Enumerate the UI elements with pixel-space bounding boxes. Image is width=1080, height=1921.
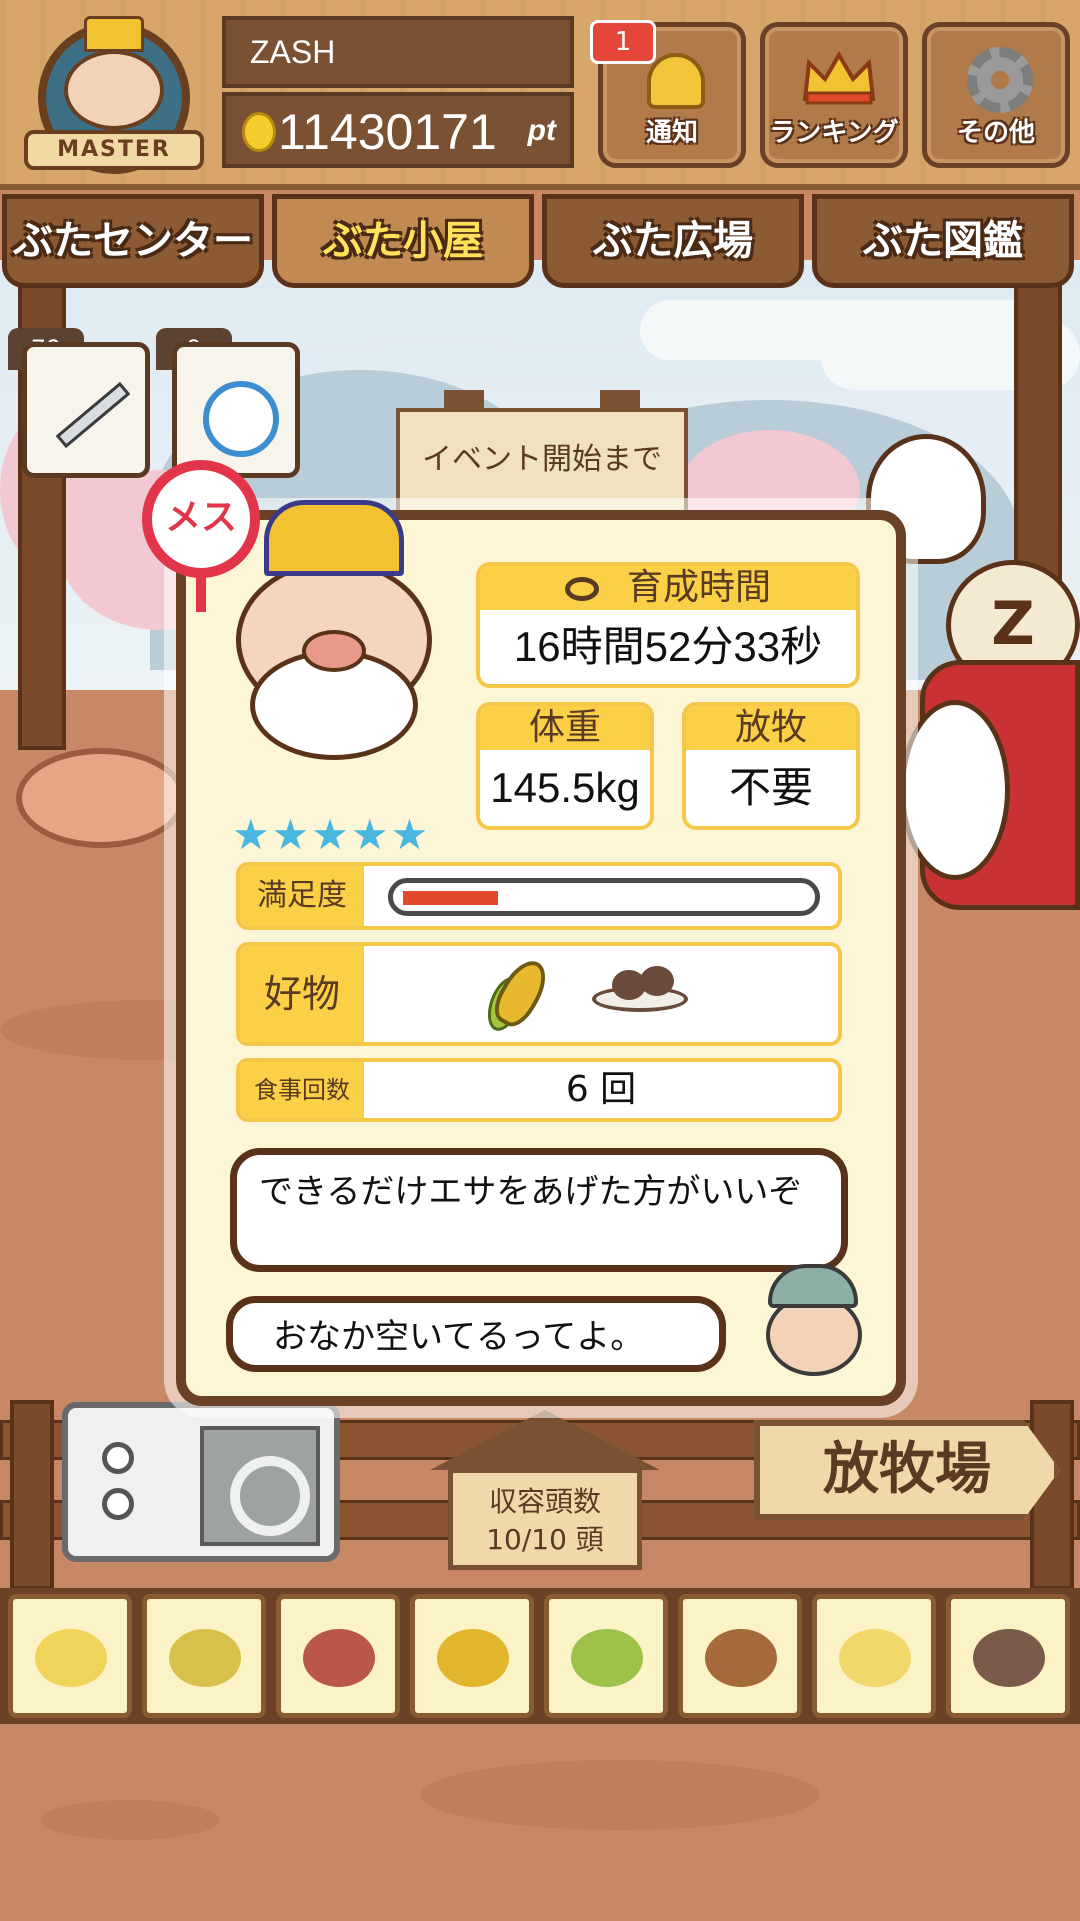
sleeping-king-pig-beard <box>900 700 1010 880</box>
food-slot-sweet-potato[interactable] <box>276 1594 400 1718</box>
ground-spot <box>420 1760 820 1830</box>
crown-icon <box>84 16 144 52</box>
farmer-cap <box>768 1264 858 1308</box>
food-bowl[interactable] <box>16 748 186 848</box>
bell-icon <box>647 53 705 109</box>
capacity-sign: 収容頭数 10/10 頭 <box>448 1468 642 1570</box>
dial-icon <box>102 1442 134 1474</box>
advice-bubble: できるだけエサをあげた方がいいぞ <box>230 1148 848 1272</box>
dumpling <box>640 966 674 996</box>
advice-message: できるだけエサをあげた方がいいぞ <box>259 1172 803 1212</box>
weight-value: 145.5kg <box>490 764 640 811</box>
fan-icon <box>200 1426 320 1546</box>
favorite-food-row: 好物 <box>236 942 842 1046</box>
tab-buta-center[interactable]: ぶたセンター <box>2 194 264 288</box>
rope-icon <box>564 577 599 601</box>
weight-card: 体重 145.5kg <box>476 702 654 830</box>
other-menu-label: その他 <box>956 118 1035 148</box>
yellow-grain-icon <box>35 1629 107 1687</box>
food-slot-acorn[interactable] <box>678 1594 802 1718</box>
growth-time-header: 育成時間 <box>480 566 856 610</box>
other-menu-button[interactable]: その他 <box>922 22 1070 168</box>
stopwatch-item-slot[interactable] <box>172 342 300 478</box>
sweet-potato-icon <box>303 1629 375 1687</box>
female-symbol-tail <box>196 574 206 612</box>
satisfaction-bar <box>388 878 820 916</box>
dumpling-plate-icon <box>973 1629 1045 1687</box>
rank-badge-label: MASTER <box>24 130 204 170</box>
grazing-card: 放牧 不要 <box>682 702 860 830</box>
food-tray <box>0 1588 1080 1724</box>
female-gender-icon: メス <box>142 460 260 578</box>
crown-icon <box>802 51 876 105</box>
gear-icon <box>967 47 1033 113</box>
growth-time-card: 育成時間 16時間52分33秒 <box>476 562 860 688</box>
top-header: MASTER ZASH 11430171 pt 通知 1 ランキング その他 <box>0 0 1080 190</box>
main-tabs: ぶたセンター ぶた小屋 ぶた広場 ぶた図鑑 <box>0 194 1080 290</box>
rank-badge[interactable]: MASTER <box>24 10 204 180</box>
growth-time-label: 育成時間 <box>626 567 771 608</box>
acorn-icon <box>705 1629 777 1687</box>
ranking-label: ランキング <box>769 118 899 148</box>
capacity-value: 10/10 頭 <box>486 1523 604 1556</box>
food-slot-yellow-grain[interactable] <box>8 1594 132 1718</box>
pig-face-icon <box>64 50 164 130</box>
status-message: おなか空いてるってよ。 <box>273 1317 645 1357</box>
grazing-label: 放牧 <box>686 706 856 750</box>
ventilation-panel[interactable] <box>62 1402 340 1562</box>
satisfaction-bar-fill <box>403 891 498 905</box>
status-bubble: おなか空いてるってよ。 <box>226 1296 726 1372</box>
tab-buta-plaza[interactable]: ぶた広場 <box>542 194 804 288</box>
meal-count-row: 食事回数 6 回 <box>236 1058 842 1122</box>
satisfaction-label: 満足度 <box>240 866 364 926</box>
ranking-button[interactable]: ランキング <box>760 22 908 168</box>
points-value: 11430171 <box>278 104 497 160</box>
favorite-label: 好物 <box>240 946 364 1042</box>
coin-icon <box>242 112 276 152</box>
ground-spot <box>40 1800 220 1840</box>
rarity-stars: ★★★★★ <box>232 810 431 859</box>
farmer-avatar <box>758 1264 870 1378</box>
meal-count-value: 6 回 <box>565 1069 637 1110</box>
points-unit: pt <box>527 114 556 147</box>
soybean-icon <box>571 1629 643 1687</box>
tab-buta-hut[interactable]: ぶた小屋 <box>272 194 534 288</box>
pig-snout <box>302 630 366 672</box>
stopwatch-icon <box>203 381 279 457</box>
grain-bowl-icon <box>839 1629 911 1687</box>
meal-count-label: 食事回数 <box>240 1062 364 1118</box>
syringe-item-slot[interactable] <box>22 342 150 478</box>
food-slot-mixed-grain[interactable] <box>142 1594 266 1718</box>
fence-post <box>10 1400 54 1590</box>
capacity-label: 収容頭数 <box>488 1485 601 1518</box>
crown-icon <box>264 500 404 576</box>
notification-count-badge: 1 <box>590 20 656 64</box>
food-slot-corn[interactable] <box>410 1594 534 1718</box>
weight-label: 体重 <box>480 706 650 750</box>
dial-icon <box>102 1488 134 1520</box>
points-display: 11430171 pt <box>222 92 574 168</box>
capacity-sign-roof <box>430 1410 660 1470</box>
growth-time-value: 16時間52分33秒 <box>513 623 823 670</box>
notification-label: 通知 <box>645 118 698 148</box>
syringe-icon <box>55 381 131 449</box>
food-slot-grain-bowl[interactable] <box>812 1594 936 1718</box>
food-slot-dumpling-plate[interactable] <box>946 1594 1070 1718</box>
pasture-sign-button[interactable]: 放牧場 <box>754 1420 1060 1520</box>
grazing-value: 不要 <box>728 764 813 811</box>
satisfaction-row: 満足度 <box>236 862 842 930</box>
food-slot-soybean[interactable] <box>544 1594 668 1718</box>
tab-buta-encyclopedia[interactable]: ぶた図鑑 <box>812 194 1074 288</box>
player-name: ZASH <box>222 16 574 88</box>
corn-icon <box>437 1629 509 1687</box>
mixed-grain-icon <box>169 1629 241 1687</box>
